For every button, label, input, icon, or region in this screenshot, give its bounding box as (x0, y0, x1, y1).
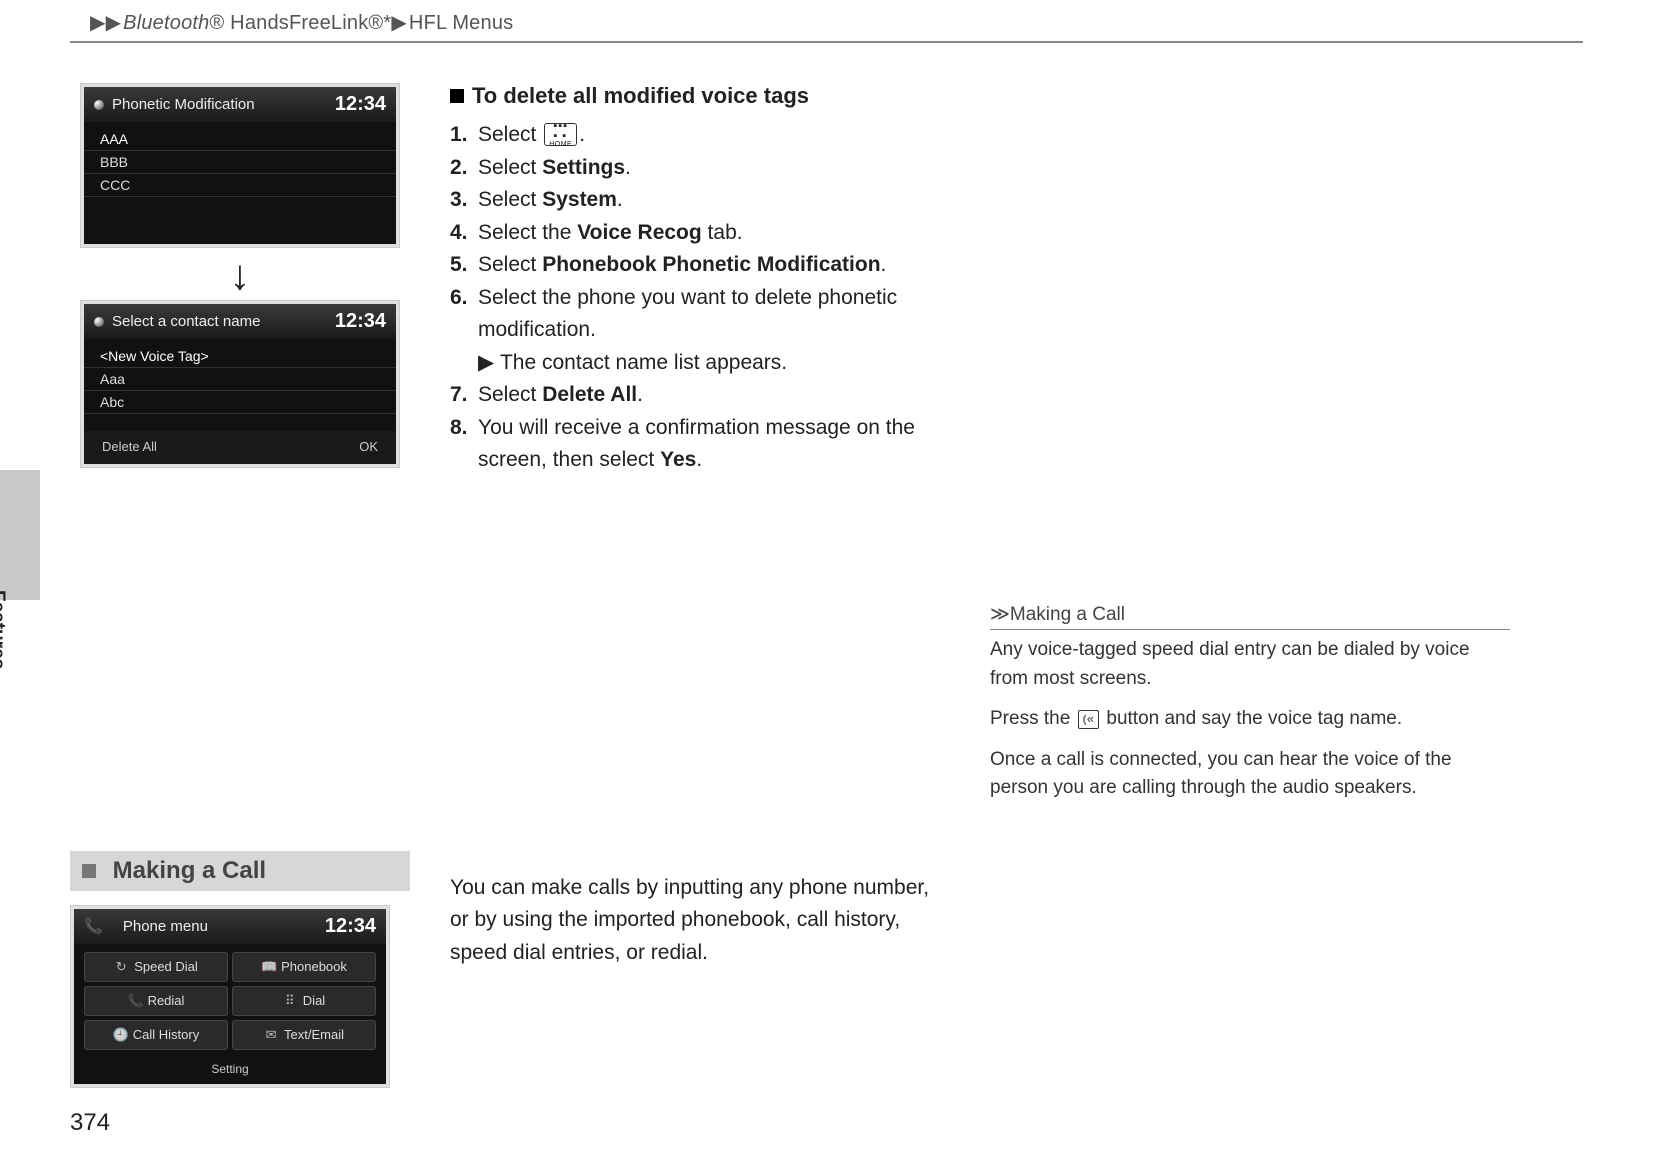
list-item: Abc (84, 391, 396, 414)
menu-text-email: ✉Text/Email (232, 1020, 376, 1050)
menu-call-history: 🕘Call History (84, 1020, 228, 1050)
angles-icon: ≫ (990, 604, 1006, 625)
screenshot-select-contact: Select a contact name 12:34 <New Voice T… (80, 300, 400, 468)
sidenote-title: Making a Call (1010, 604, 1125, 625)
talk-button-icon: ⦅« (1078, 710, 1100, 729)
page-number: 374 (70, 1109, 110, 1137)
menu-dial: ⠿Dial (232, 986, 376, 1016)
square-bullet-icon (450, 89, 464, 103)
menu-setting: Setting (74, 1058, 386, 1084)
back-icon (94, 100, 104, 110)
sidenote-p2: Press the ⦅« button and say the voice ta… (990, 705, 1510, 734)
menu-speed-dial: ↻Speed Dial (84, 952, 228, 982)
list-item: Aaa (84, 368, 396, 391)
making-a-call-paragraph: You can make calls by inputting any phon… (450, 872, 950, 970)
list-item: <New Voice Tag> (84, 345, 396, 368)
screen3-title: Phone menu (123, 918, 208, 935)
list-item: CCC (84, 174, 396, 197)
speed-dial-icon: ↻ (114, 959, 128, 975)
dialpad-icon: ⠿ (283, 993, 297, 1009)
flow-arrow-icon: ↓ (230, 254, 251, 296)
screenshot-phone-menu: 📞 Phone menu 12:34 ↻Speed Dial 📖Phoneboo… (70, 905, 390, 1088)
crumb-hfl: ® HandsFreeLink®* (209, 12, 391, 34)
screen2-delete-all: Delete All (102, 439, 157, 454)
redial-icon: 📞 (128, 993, 142, 1009)
sidenote-p1: Any voice-tagged speed dial entry can be… (990, 636, 1510, 693)
history-icon: 🕘 (113, 1027, 127, 1043)
sidenote-making-a-call: ≫Making a Call Any voice-tagged speed di… (990, 603, 1510, 803)
screen3-clock: 12:34 (325, 915, 376, 938)
header-rule (70, 41, 1583, 43)
section-tab-label: Features (0, 590, 8, 669)
list-item: AAA (84, 128, 396, 151)
screenshot-phonetic-modification: Phonetic Modification 12:34 AAA BBB CCC (80, 83, 400, 248)
screen1-clock: 12:34 (335, 93, 386, 116)
crumb-menus: HFL Menus (409, 12, 513, 34)
home-button-icon: ▪▪▪▪ ▪HOME (544, 123, 577, 146)
back-icon (94, 317, 104, 327)
screen2-ok: OK (359, 439, 378, 454)
crumb-bluetooth: Bluetooth (123, 12, 209, 34)
menu-phonebook: 📖Phonebook (232, 952, 376, 982)
screen2-clock: 12:34 (335, 310, 386, 333)
breadcrumb: ▶▶Bluetooth® HandsFreeLink®*▶HFL Menus (70, 0, 1583, 35)
screen2-title: Select a contact name (112, 313, 260, 330)
section-title-making-a-call: Making a Call (70, 851, 410, 891)
mail-icon: ✉ (264, 1027, 278, 1043)
phone-icon: 📞 (84, 917, 103, 935)
menu-redial: 📞Redial (84, 986, 228, 1016)
screen1-title: Phonetic Modification (112, 96, 255, 113)
sidenote-p3: Once a call is connected, you can hear t… (990, 746, 1510, 803)
section-tab-features: Features (0, 470, 40, 600)
steps-heading: To delete all modified voice tags (450, 83, 950, 109)
list-item: BBB (84, 151, 396, 174)
phonebook-icon: 📖 (261, 959, 275, 975)
